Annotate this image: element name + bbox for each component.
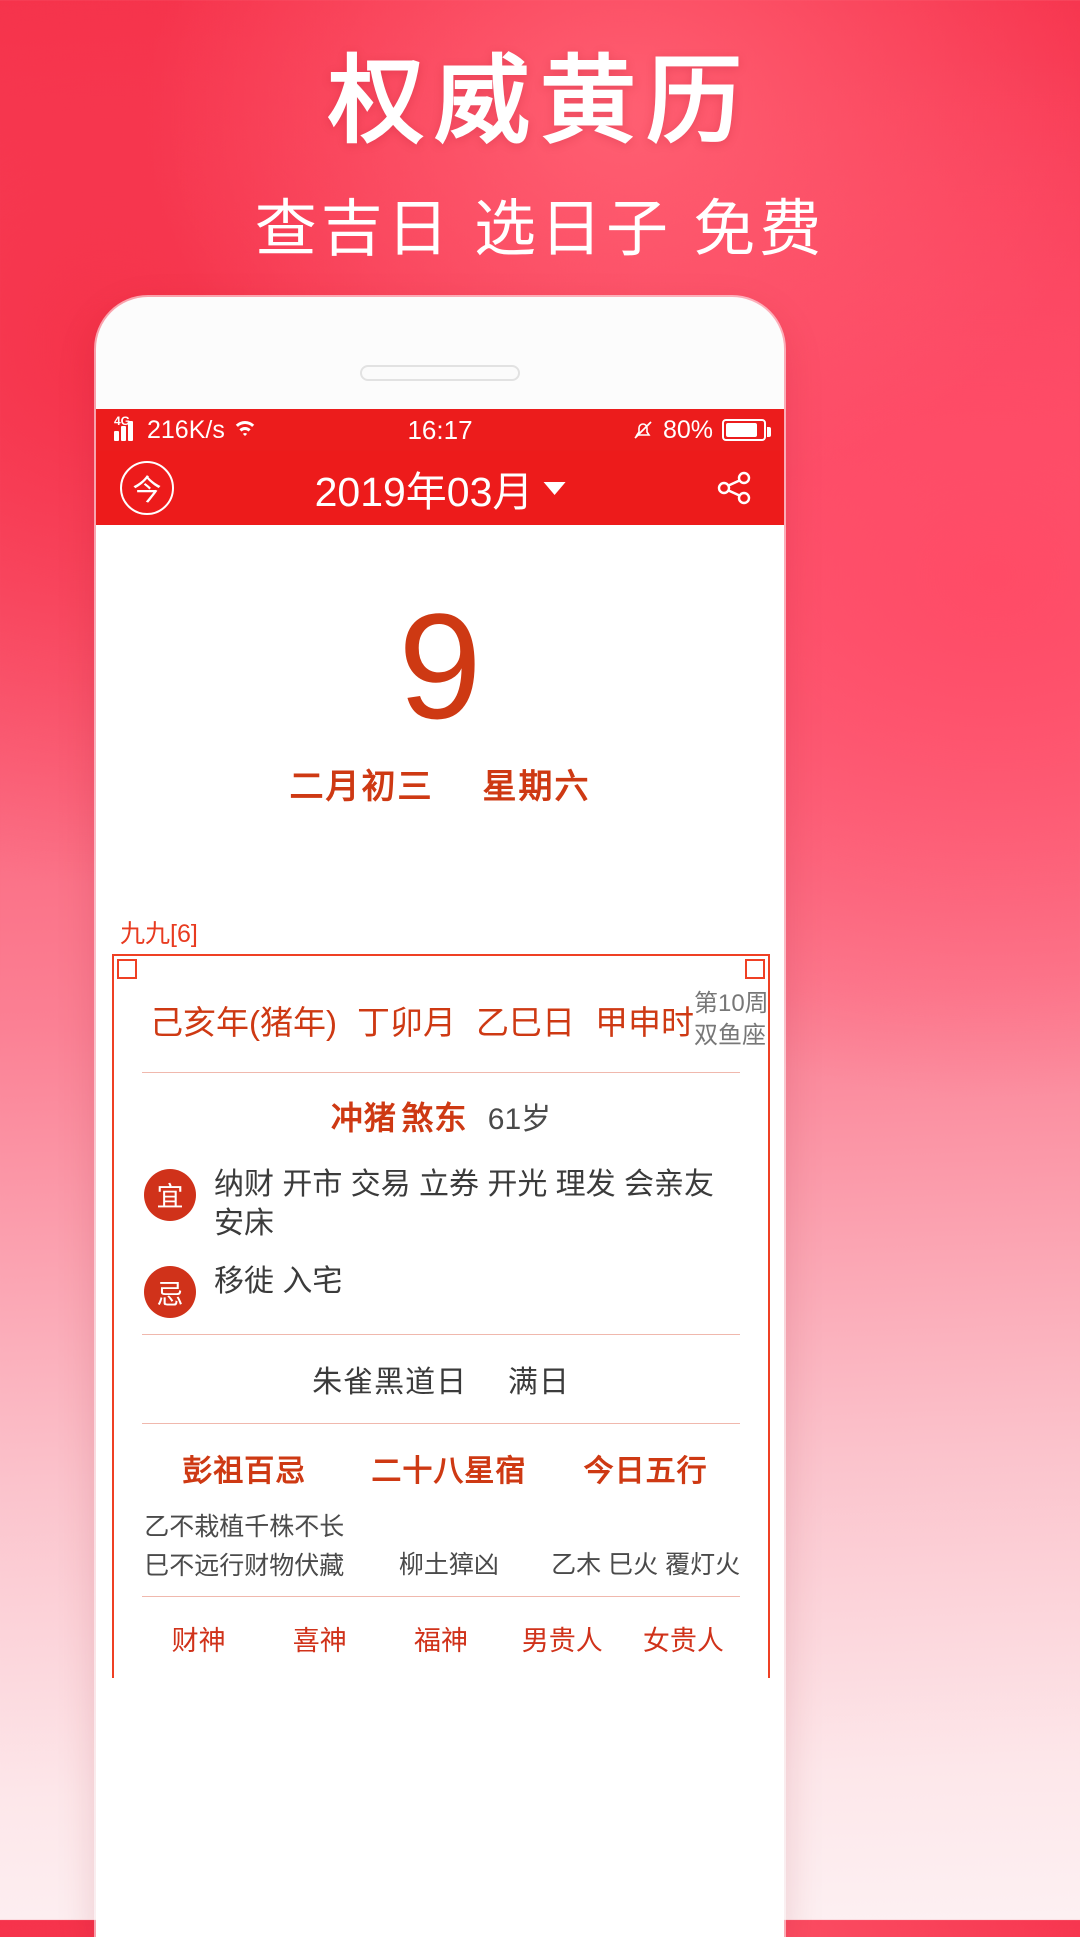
promo-header: 权威黄历 查吉日 选日子 免费	[0, 0, 1080, 268]
phone-screen: 4G 216K/s 16:17 80% 今 2019年03月 9 二月初三 星期…	[96, 409, 784, 1937]
ji-badge: 忌	[144, 1266, 196, 1318]
chong-sha-row: 冲猪 煞东 61岁	[138, 1073, 744, 1159]
column-wuxing: 今日五行 乙木 巳火 覆灯火	[547, 1446, 744, 1586]
mute-bell-icon	[632, 419, 654, 441]
ji-text: 移徙 入宅	[214, 1265, 343, 1298]
ji-row: 忌 移徙 入宅	[138, 1248, 744, 1334]
gods-row: 财神 喜神 福神 男贵人 女贵人	[138, 1597, 744, 1668]
column-line: 乙不栽植千株不长	[144, 1513, 345, 1541]
huangdao-label: 朱雀黑道日	[312, 1366, 468, 1399]
ganzhi-hour: 甲申时	[594, 1003, 694, 1041]
god-fushen[interactable]: 福神	[380, 1619, 501, 1658]
sha-label: 煞东	[401, 1099, 468, 1136]
ganzhi-row: 己亥年(猪年) 丁卯月 乙巳日 甲申时 第10周 双鱼座	[138, 972, 769, 1072]
almanac-columns: 彭祖百忌 乙不栽植千株不长 巳不远行财物伏藏 二十八星宿 柳土獐凶 今日五行 乙…	[138, 1424, 744, 1596]
promo-title: 权威黄历	[328, 48, 752, 155]
network-type-label: 4G	[114, 414, 131, 428]
god-caishen[interactable]: 财神	[138, 1619, 259, 1658]
chevron-down-icon	[543, 481, 566, 495]
share-icon	[717, 471, 751, 505]
yi-row: 宜 纳财 开市 交易 立券 开光 理发 会亲友 安床	[138, 1159, 744, 1248]
almanac-card: 己亥年(猪年) 丁卯月 乙巳日 甲申时 第10周 双鱼座 冲猪 煞东 61岁 宜…	[112, 954, 770, 1678]
yi-text: 纳财 开市 交易 立券 开光 理发 会亲友 安床	[214, 1167, 715, 1241]
age-label: 61岁	[487, 1102, 552, 1136]
huangdao-row: 朱雀黑道日 满日	[138, 1335, 744, 1423]
share-button[interactable]	[712, 466, 756, 510]
ganzhi-year: 己亥年(猪年)	[150, 1003, 337, 1041]
lunar-weekday-line: 二月初三 星期六	[96, 759, 784, 808]
column-line: 乙木 巳火 覆灯火	[551, 1551, 741, 1579]
ganzhi-group: 己亥年(猪年) 丁卯月 乙巳日 甲申时	[150, 996, 694, 1044]
app-navbar: 今 2019年03月	[96, 451, 784, 525]
battery-percent-label: 80%	[662, 415, 713, 444]
status-right: 80%	[632, 415, 771, 445]
column-body: 柳土獐凶	[351, 1508, 548, 1585]
month-selector-label: 2019年03月	[314, 469, 534, 515]
column-line: 柳土獐凶	[398, 1551, 499, 1579]
column-header: 彭祖百忌	[182, 1455, 307, 1488]
column-xingxiu: 二十八星宿 柳土獐凶	[351, 1446, 548, 1586]
wifi-icon	[231, 419, 258, 441]
jiujiu-label: 九九[6]	[120, 920, 198, 948]
column-pengzu: 彭祖百忌 乙不栽植千株不长 巳不远行财物伏藏	[138, 1446, 351, 1586]
battery-icon	[722, 419, 771, 441]
today-button[interactable]: 今	[120, 461, 174, 515]
god-nanguiren[interactable]: 男贵人	[502, 1619, 623, 1658]
ganzhi-day: 乙巳日	[475, 1003, 575, 1041]
shieryi-label: 满日	[507, 1366, 570, 1399]
month-selector[interactable]: 2019年03月	[315, 458, 566, 518]
week-of-year: 第10周	[693, 990, 769, 1017]
chong-label: 冲猪	[330, 1099, 397, 1136]
yi-badge: 宜	[144, 1168, 196, 1221]
signal-icon: 4G	[114, 414, 140, 441]
network-speed-label: 216K/s	[147, 415, 225, 444]
weekday: 星期六	[482, 768, 591, 806]
date-block: 9 二月初三 星期六	[96, 525, 784, 808]
promo-subtitle: 查吉日 选日子 免费	[254, 195, 826, 265]
god-nvguiren[interactable]: 女贵人	[623, 1619, 744, 1658]
column-header: 今日五行	[583, 1455, 708, 1488]
zodiac-sign: 双鱼座	[693, 1021, 766, 1049]
status-bar: 4G 216K/s 16:17 80%	[96, 409, 784, 451]
column-body: 乙不栽植千株不长 巳不远行财物伏藏	[138, 1508, 351, 1586]
lunar-date: 二月初三	[289, 768, 434, 806]
column-line: 巳不远行财物伏藏	[144, 1551, 345, 1580]
column-header: 二十八星宿	[371, 1455, 527, 1488]
column-body: 乙木 巳火 覆灯火	[547, 1508, 744, 1585]
phone-mockup: 4G 216K/s 16:17 80% 今 2019年03月 9 二月初三 星期…	[96, 297, 784, 1937]
status-clock: 16:17	[407, 414, 473, 445]
status-left: 4G 216K/s	[114, 414, 258, 445]
god-xishen[interactable]: 喜神	[259, 1619, 380, 1658]
phone-speaker	[360, 365, 520, 381]
week-zodiac-group: 第10周 双鱼座	[694, 988, 769, 1052]
day-number: 9	[398, 582, 482, 750]
ganzhi-month: 丁卯月	[356, 1003, 456, 1041]
